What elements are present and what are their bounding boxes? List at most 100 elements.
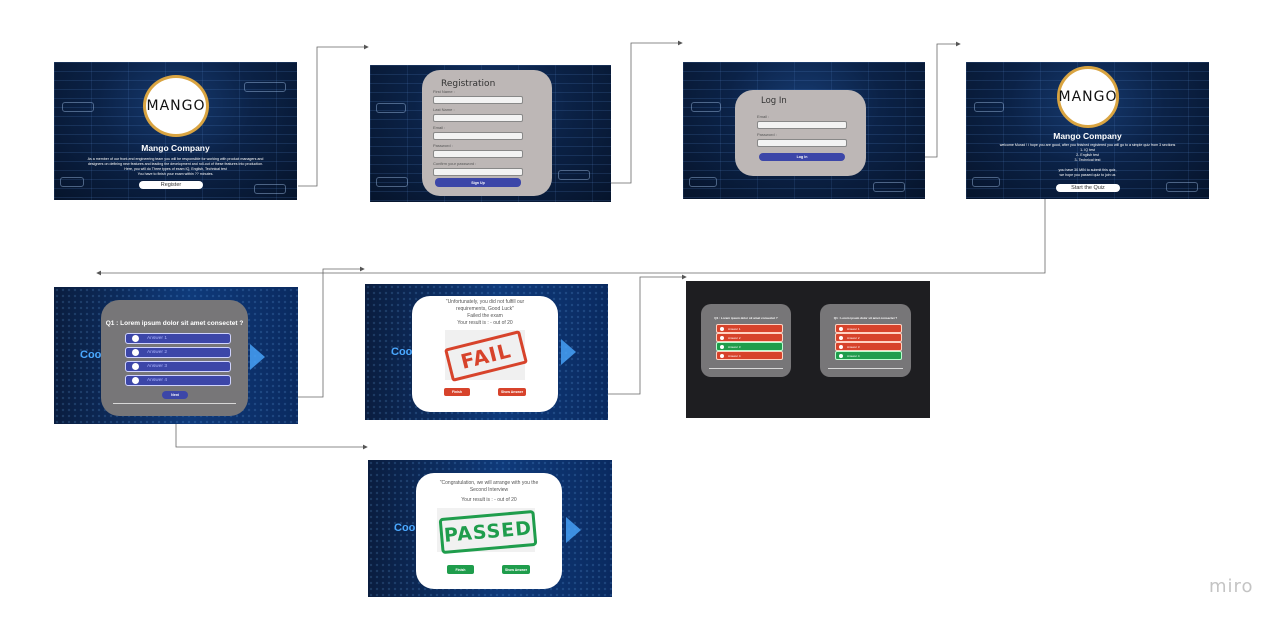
circuit-chip [244,82,286,92]
fail-line: "Unfortunately, you did not fulfill our [445,299,525,305]
intro-text: welcome Murad ! i hope you are good, aft… [972,143,1203,178]
finish-button[interactable]: Finish [444,388,470,396]
password-input[interactable] [757,139,847,147]
answer-label: Answer 2 [147,350,167,355]
review-answer-label: Answer 3 [847,344,860,349]
email-input[interactable] [757,121,847,129]
answer-label: Answer 4 [147,378,167,383]
circuit-chip [254,184,286,194]
review-option: Answer 4 [716,351,783,360]
circuit-chip [974,102,1004,112]
review-question-title: Q1 : Lorem ipsum dolor sit amet consecte… [833,316,898,320]
review-option-correct: Answer 4 [835,351,902,360]
registration-screen: Registration First Name : Last Name : Em… [370,65,611,202]
divider [828,368,903,369]
answer-option[interactable]: Answer 4 [125,375,231,386]
answer-option[interactable]: Answer 1 [125,333,231,344]
sign-up-button[interactable]: Sign Up [435,178,521,187]
pass-result-screen: Coo "Congratulation, we will arrange wit… [368,460,612,597]
description-line: You have to finish your exam within ?? m… [137,172,214,176]
password-label: Password : [433,143,453,148]
radio-icon [720,335,724,340]
fail-line: requirements, Good Luck" [456,306,514,312]
confirm-password-input[interactable] [433,168,523,176]
login-form-panel: Log In Email : Password : Log In [735,90,866,176]
answer-label: Answer 3 [147,364,167,369]
background-chevron [566,517,581,543]
finish-button[interactable]: Finish [447,565,474,574]
circuit-chip [62,102,94,112]
review-option: Answer 1 [716,324,783,333]
answer-option[interactable]: Answer 3 [125,361,231,372]
logo-text: MANGO [146,98,206,114]
radio-icon [132,377,139,384]
show-answer-button[interactable]: Show Answer [498,388,526,396]
review-question-title: Q1 : Lorem ipsum dolor sit amet consecte… [714,316,778,320]
review-answer-label: Answer 2 [847,335,860,340]
welcome-description: As a member of our front-end engineering… [60,157,291,177]
fail-line: Failed the exam [467,313,503,319]
email-input[interactable] [433,132,523,140]
connector-welcome-to-registration [298,44,369,187]
miro-watermark: miro [1209,576,1254,597]
circuit-chip [972,177,1000,187]
question-title: Q1 : Lorem ipsum dolor sit amet consecte… [105,320,244,327]
fail-line: Your result is : - out of 20 [457,320,513,326]
log-in-button[interactable]: Log In [759,153,845,161]
register-button[interactable]: Register [139,181,203,189]
review-answer-label: Answer 4 [728,353,741,358]
answer-review-panel: Q1 : Lorem ipsum dolor sit amet consecte… [701,304,791,377]
answers-review-screen: Q1 : Lorem ipsum dolor sit amet consecte… [686,281,930,418]
mango-logo: MANGO [1057,66,1119,128]
review-answer-label: Answer 4 [847,353,860,358]
pass-line: "Congratulation, we will arrange with yo… [439,480,539,486]
review-answer-label: Answer 1 [847,326,860,331]
radio-icon [132,349,139,356]
pass-line: Second Interview [469,487,509,493]
pass-result-panel: "Congratulation, we will arrange with yo… [416,473,562,589]
circuit-chip [691,102,721,112]
review-option: Answer 1 [835,324,902,333]
pass-message: "Congratulation, we will arrange with yo… [416,480,562,504]
company-title: Mango Company [1053,131,1122,141]
radio-icon [839,335,843,340]
email-label: Email : [433,125,446,130]
radio-icon [839,344,843,349]
registration-title: Registration [441,79,496,89]
show-answer-button[interactable]: Show Answer [502,565,530,574]
email-label: Email : [757,114,770,119]
last-name-input[interactable] [433,114,523,122]
fail-message: "Unfortunately, you did not fulfill our … [412,299,558,327]
pass-line: Your result is : - out of 20 [461,497,517,503]
circuit-chip [376,103,406,113]
review-answer-label: Answer 1 [728,326,741,331]
password-input[interactable] [433,150,523,158]
answer-label: Answer 1 [147,336,167,341]
company-title: Mango Company [141,143,210,153]
radio-icon [132,363,139,370]
answer-option[interactable]: Answer 2 [125,347,231,358]
review-option: Answer 2 [835,333,902,342]
miro-board: MANGO Mango Company As a member of our f… [0,0,1280,623]
fail-result-panel: "Unfortunately, you did not fulfill our … [412,296,558,412]
logo-text: MANGO [1058,89,1118,105]
login-screen: Log In Email : Password : Log In [683,62,925,199]
divider [113,403,236,404]
welcome-screen: MANGO Mango Company As a member of our f… [54,62,297,200]
answer-review-panel: Q1 : Lorem ipsum dolor sit amet consecte… [820,304,911,377]
next-button[interactable]: Next [162,391,188,399]
question-panel: Q1 : Lorem ipsum dolor sit amet consecte… [101,300,248,416]
quiz-intro-screen: MANGO Mango Company welcome Murad ! i ho… [966,62,1209,199]
first-name-label: First Name : [433,89,455,94]
background-code-text: Coo [394,522,416,534]
login-title: Log In [761,96,787,106]
circuit-chip [1166,182,1198,192]
radio-icon [720,326,724,331]
fail-result-screen: Coo "Unfortunately, you did not fulfill … [365,284,608,420]
registration-form-panel: Registration First Name : Last Name : Em… [422,70,552,196]
circuit-chip [376,177,408,187]
circuit-chip [558,170,590,180]
start-quiz-button[interactable]: Start the Quiz [1056,184,1120,192]
first-name-input[interactable] [433,96,523,104]
circuit-chip [873,182,905,192]
